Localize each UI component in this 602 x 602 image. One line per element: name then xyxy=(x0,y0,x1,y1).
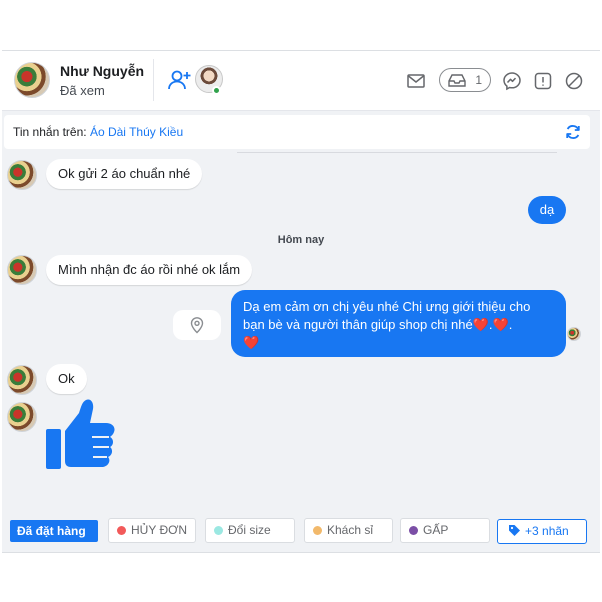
more-tags-label: +3 nhãn xyxy=(525,524,569,538)
message-source-label: Tin nhắn trên: Áo Dài Thúy Kiều xyxy=(13,125,183,139)
thumbs-up-sticker-icon[interactable] xyxy=(46,399,116,471)
incoming-message[interactable]: Mình nhận đc áo rồi nhé ok lắm xyxy=(46,255,253,285)
inbox-tray-icon xyxy=(448,74,466,87)
message-location-button[interactable] xyxy=(173,310,221,340)
outgoing-message[interactable]: Dạ em cảm ơn chị yêu nhé Chị ưng giới th… xyxy=(231,290,566,357)
source-prefix: Tin nhắn trên: xyxy=(13,125,87,139)
report-icon[interactable] xyxy=(533,71,553,91)
more-tags-button[interactable]: +3 nhãn xyxy=(497,519,587,544)
page-link[interactable]: Áo Dài Thúy Kiều xyxy=(90,125,183,139)
contact-message-avatar xyxy=(7,160,37,190)
contact-message-avatar xyxy=(7,402,37,432)
contact-message-avatar xyxy=(7,255,37,285)
message-line: Dạ em cảm ơn chị yêu nhé Chị ưng giới th… xyxy=(243,299,531,314)
contact-message-avatar xyxy=(7,365,37,395)
incoming-message[interactable]: Ok xyxy=(46,364,87,394)
heart-emoji: ❤️ xyxy=(472,317,489,332)
tag-wholesale[interactable]: Khách sỉ xyxy=(304,518,393,543)
heart-emoji: ❤️ xyxy=(243,335,260,350)
tag-label: Đổi size xyxy=(228,523,271,537)
conversation-panel: Như Nguyễn Đã xem 1 Tin nhắn trên: Áo Dà… xyxy=(2,50,600,553)
incoming-message[interactable]: Ok gửi 2 áo chuẩn nhé xyxy=(46,159,203,189)
contact-name[interactable]: Như Nguyễn xyxy=(60,63,144,79)
tag-color-dot xyxy=(117,526,126,535)
heart-emoji: ❤️ xyxy=(492,317,509,332)
label-bar: Đã đặt hàng HỦY ĐƠN Đổi size Khách sỉ GẤ… xyxy=(2,515,600,545)
inbox-count-pill[interactable]: 1 xyxy=(439,68,491,92)
tag-change-size[interactable]: Đổi size xyxy=(205,518,295,543)
online-status-dot xyxy=(212,86,221,95)
message-line-text: bạn bè và người thân giúp shop chị nhé xyxy=(243,317,473,332)
block-icon[interactable] xyxy=(564,71,584,91)
mail-icon[interactable] xyxy=(406,71,426,91)
header-divider xyxy=(153,59,154,101)
tag-ordered[interactable]: Đã đặt hàng xyxy=(10,520,98,542)
location-pin-icon xyxy=(190,317,204,334)
refresh-icon[interactable] xyxy=(564,123,582,141)
tag-label: GẤP xyxy=(423,523,449,537)
conversation-header: Như Nguyễn Đã xem 1 xyxy=(2,51,600,111)
seen-by-avatar xyxy=(567,327,581,341)
tag-icon xyxy=(509,525,520,536)
outgoing-message[interactable]: dạ xyxy=(528,196,566,224)
inbox-count: 1 xyxy=(475,73,482,87)
tag-color-dot xyxy=(214,526,223,535)
tag-color-dot xyxy=(409,526,418,535)
message-source-bar: Tin nhắn trên: Áo Dài Thúy Kiều xyxy=(4,115,590,149)
seen-status: Đã xem xyxy=(60,83,105,98)
tag-urgent[interactable]: GẤP xyxy=(400,518,490,543)
tag-label: Khách sỉ xyxy=(327,523,374,537)
tag-label: HỦY ĐƠN xyxy=(131,523,188,537)
tag-cancel-order[interactable]: HỦY ĐƠN xyxy=(108,518,196,543)
contact-avatar[interactable] xyxy=(14,62,50,98)
history-divider xyxy=(237,152,557,153)
add-user-icon[interactable] xyxy=(165,66,193,94)
tag-color-dot xyxy=(313,526,322,535)
message-line: ❤️ xyxy=(243,334,554,352)
date-separator: Hôm nay xyxy=(277,234,325,246)
messenger-icon[interactable] xyxy=(502,71,522,91)
message-line: bạn bè và người thân giúp shop chị nhé❤️… xyxy=(243,317,513,332)
